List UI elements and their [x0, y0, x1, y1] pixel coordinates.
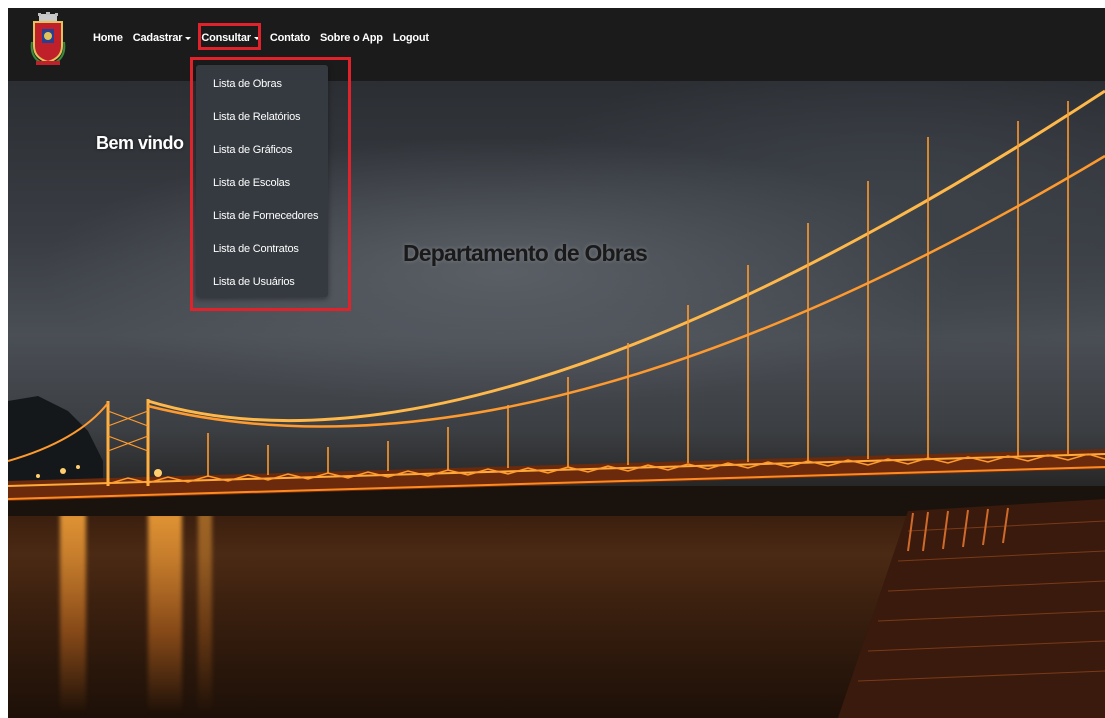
consultar-dropdown-menu: Lista de Obras Lista de Relatórios Lista… [196, 65, 328, 297]
page-frame: Bem vindo Departamento de Obras Home Cad… [8, 8, 1105, 718]
caret-down-icon [185, 36, 192, 40]
dropdown-item-lista-de-fornecedores[interactable]: Lista de Fornecedores [213, 210, 318, 222]
nav-contato[interactable]: Contato [270, 32, 314, 44]
page-title: Departamento de Obras [403, 240, 648, 266]
nav-menu: Home Cadastrar Consultar Contato Sobre o… [93, 32, 439, 44]
dropdown-item-lista-de-contratos[interactable]: Lista de Contratos [213, 243, 299, 255]
dropdown-item-lista-de-usuarios[interactable]: Lista de Usuários [213, 276, 295, 288]
caret-down-icon [253, 36, 260, 40]
bridge-illustration [8, 89, 1105, 718]
nav-home[interactable]: Home [93, 32, 127, 44]
welcome-text: Bem vindo [96, 133, 184, 153]
dropdown-item-lista-de-relatorios[interactable]: Lista de Relatórios [213, 111, 301, 123]
nav-cadastrar[interactable]: Cadastrar [133, 32, 196, 44]
nav-consultar[interactable]: Consultar [201, 32, 264, 44]
nav-contato-label: Contato [269, 32, 311, 44]
nav-sobre-o-app[interactable]: Sobre o App [320, 32, 387, 44]
nav-home-label: Home [93, 32, 123, 44]
nav-logout-label: Logout [392, 32, 429, 44]
nav-cadastrar-label: Cadastrar [132, 32, 183, 44]
top-navbar: Home Cadastrar Consultar Contato Sobre o… [8, 8, 1105, 81]
hero-section: Bem vindo Departamento de Obras [8, 81, 1105, 718]
municipal-coat-of-arms-icon[interactable] [30, 12, 66, 66]
nav-sobre-label: Sobre o App [320, 32, 383, 44]
dropdown-item-lista-de-escolas[interactable]: Lista de Escolas [213, 177, 290, 189]
nav-logout[interactable]: Logout [393, 32, 433, 44]
nav-consultar-label: Consultar [201, 32, 251, 44]
dropdown-item-lista-de-graficos[interactable]: Lista de Gráficos [213, 144, 292, 156]
dropdown-item-lista-de-obras[interactable]: Lista de Obras [213, 78, 282, 90]
